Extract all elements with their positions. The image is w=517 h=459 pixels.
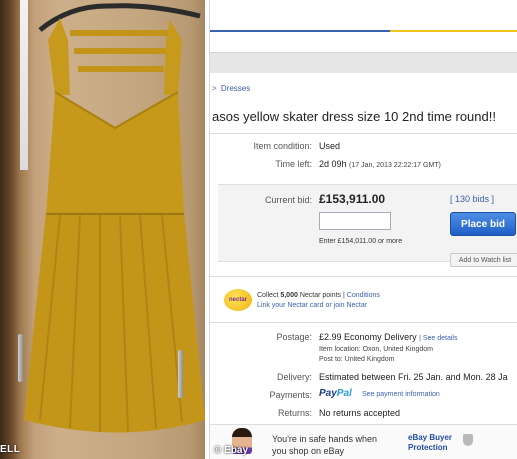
payment-info-link[interactable]: See payment information	[362, 391, 440, 398]
photo-credit: ELL	[0, 444, 21, 455]
delivery-value: Estimated between Fri. 25 Jan. and Mon. …	[319, 372, 508, 382]
current-bid-value: £153,911.00	[319, 192, 386, 206]
breadcrumb-arrow-icon: >	[212, 84, 217, 93]
safe-hands-text: You're in safe hands when you shop on eB…	[272, 433, 377, 457]
header-rule-blue	[210, 30, 390, 32]
watch-list-button[interactable]: Add to Watch list	[450, 253, 517, 267]
item-location: Item location: Oxon, United Kingdom	[319, 346, 434, 353]
dress-illustration	[24, 3, 205, 433]
hinge-right	[178, 350, 183, 398]
safe-line-1: You're in safe hands when	[272, 434, 377, 444]
current-bid-label: Current bid:	[264, 195, 312, 205]
breadcrumb[interactable]: > Dresses	[212, 84, 250, 93]
nectar-collect: Collect	[257, 292, 281, 299]
returns-label: Returns:	[277, 408, 312, 418]
time-left-label: Time left:	[275, 159, 312, 169]
postage: £2.99 Economy Delivery | See details	[319, 332, 458, 342]
post-to: Post to: United Kingdom	[319, 356, 395, 363]
breadcrumb-dresses[interactable]: Dresses	[221, 84, 250, 93]
divider	[210, 276, 517, 277]
nectar-promo: Collect 5,000 Nectar points | Conditions…	[257, 291, 380, 311]
ebp-line-1: eBay Buyer	[408, 433, 453, 442]
ebay-credit: © Ebay	[214, 445, 249, 456]
condition-label: Item condition:	[253, 141, 312, 151]
returns-value: No returns accepted	[319, 408, 401, 418]
place-bid-button[interactable]: Place bid	[450, 212, 516, 236]
divider	[210, 322, 517, 323]
bid-count-link[interactable]: [ 130 bids ]	[450, 194, 494, 204]
divider	[210, 133, 517, 134]
listing-page: > Dresses asos yellow skater dress size …	[209, 0, 517, 459]
listing-title: asos yellow skater dress size 10 2nd tim…	[212, 109, 496, 124]
postage-label: Postage:	[276, 332, 312, 342]
condition-value: Used	[319, 141, 341, 151]
buyer-protection-text: eBay Buyer Protection	[408, 433, 452, 453]
shield-icon	[463, 434, 473, 446]
postage-price: £2.99	[319, 332, 342, 342]
time-left-detail: (17 Jan, 2013 22:22:17 GMT)	[349, 162, 441, 169]
nectar-logo: nectar	[224, 289, 252, 311]
nectar-points: 5,000	[280, 292, 298, 299]
delivery-label: Delivery:	[276, 372, 312, 382]
nav-band	[210, 52, 517, 73]
ebp-line-2: Protection	[408, 443, 448, 452]
payments-label: Payments:	[269, 390, 312, 400]
postage-details-link[interactable]: | See details	[419, 335, 457, 342]
paypal-logo-pal: Pal	[336, 388, 352, 399]
hinge-left	[18, 334, 23, 382]
paypal-logo-pay: Pay	[319, 388, 337, 399]
time-left-value: 2d 09h	[319, 159, 347, 169]
bid-hint: Enter £154,011.00 or more	[319, 238, 403, 245]
nectar-join-link[interactable]: Link your Nectar card or join Nectar	[257, 302, 367, 309]
bid-amount-input[interactable]	[319, 212, 391, 230]
time-left: 2d 09h (17 Jan, 2013 22:22:17 GMT)	[319, 159, 441, 169]
safe-line-2: you shop on eBay	[272, 446, 345, 456]
header-rule-yellow	[390, 30, 517, 32]
nectar-conditions-link[interactable]: Conditions	[347, 292, 380, 299]
postage-type: Economy Delivery	[344, 332, 417, 342]
nectar-points-text: Nectar points |	[297, 292, 347, 299]
paypal-logo: PayPal	[319, 388, 352, 399]
dress-photo: ELL	[0, 0, 205, 459]
site-header	[210, 0, 517, 34]
